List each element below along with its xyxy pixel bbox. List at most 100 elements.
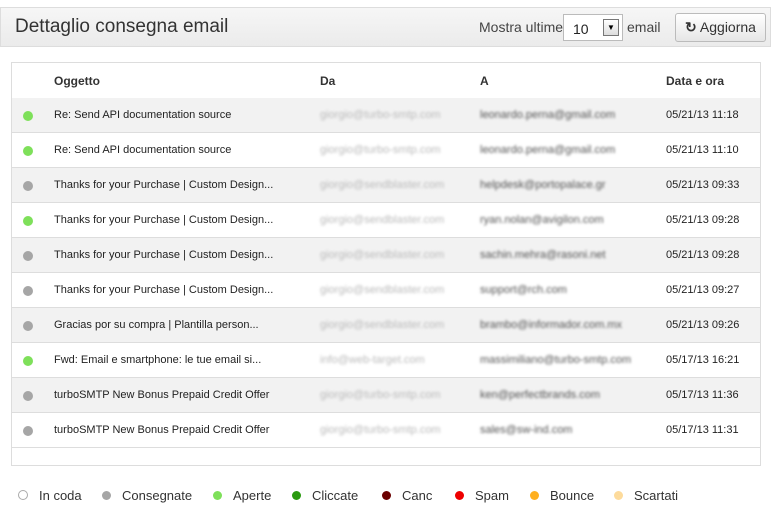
subject: Thanks for your Purchase | Custom Design… bbox=[54, 214, 274, 226]
legend-item: Cliccate bbox=[292, 488, 358, 503]
col-to: A bbox=[480, 74, 489, 88]
legend-label: Consegnate bbox=[122, 488, 193, 503]
header-bar: Dettaglio consegna email Mostra ultime 1… bbox=[0, 7, 771, 47]
legend-dot-icon bbox=[102, 491, 111, 500]
legend-dot-icon bbox=[292, 491, 301, 500]
status-dot-icon bbox=[23, 286, 33, 296]
status-dot-icon bbox=[23, 146, 33, 156]
table-row[interactable]: Gracias por su compra | Plantilla person… bbox=[12, 308, 760, 343]
legend-item: Bounce bbox=[530, 488, 594, 503]
refresh-label: Aggiorna bbox=[699, 19, 756, 35]
legend-item: Scartati bbox=[614, 488, 678, 503]
sender: giorgio@turbo-smtp.com bbox=[320, 144, 441, 156]
subject: Thanks for your Purchase | Custom Design… bbox=[54, 179, 274, 191]
legend-label: Aperte bbox=[233, 488, 272, 503]
legend-item: Consegnate bbox=[102, 488, 192, 503]
sender: info@web-target.com bbox=[320, 354, 425, 366]
show-label: Mostra ultime bbox=[479, 19, 564, 35]
legend-label: In coda bbox=[39, 488, 82, 503]
date: 05/21/13 09:33 bbox=[666, 179, 740, 191]
col-date: Data e ora bbox=[666, 74, 725, 88]
table-row[interactable]: Thanks for your Purchase | Custom Design… bbox=[12, 168, 760, 203]
status-dot-icon bbox=[23, 426, 33, 436]
recipient: helpdesk@portopalace.gr bbox=[480, 179, 606, 191]
sender: giorgio@sendblaster.com bbox=[320, 249, 445, 261]
legend-dot-icon bbox=[213, 491, 222, 500]
status-dot-icon bbox=[23, 321, 33, 331]
date: 05/17/13 11:31 bbox=[666, 424, 739, 436]
table-row[interactable]: Re: Send API documentation source giorgi… bbox=[12, 133, 760, 168]
status-dot-icon bbox=[23, 391, 33, 401]
date: 05/17/13 11:36 bbox=[666, 389, 739, 401]
table-row[interactable]: turboSMTP New Bonus Prepaid Credit Offer… bbox=[12, 413, 760, 448]
recipient: support@rch.com bbox=[480, 284, 567, 296]
date: 05/21/13 11:10 bbox=[666, 144, 739, 156]
legend-dot-icon bbox=[530, 491, 539, 500]
sender: giorgio@sendblaster.com bbox=[320, 214, 445, 226]
count-select[interactable]: 10 ▼ bbox=[563, 14, 623, 41]
legend-dot-icon bbox=[18, 490, 28, 500]
date: 05/21/13 09:26 bbox=[666, 319, 740, 331]
recipient: leonardo.perna@gmail.com bbox=[480, 109, 616, 121]
legend-dot-icon bbox=[614, 491, 623, 500]
legend-label: Cliccate bbox=[312, 488, 359, 503]
status-dot-icon bbox=[23, 251, 33, 261]
legend-item: Aperte bbox=[213, 488, 271, 503]
recipient: leonardo.perna@gmail.com bbox=[480, 144, 616, 156]
status-dot-icon bbox=[23, 356, 33, 366]
status-dot-icon bbox=[23, 111, 33, 121]
legend-item: In coda bbox=[18, 488, 82, 503]
recipient: brambo@informador.com.mx bbox=[480, 319, 622, 331]
col-from: Da bbox=[320, 74, 336, 88]
table-row[interactable]: Thanks for your Purchase | Custom Design… bbox=[12, 203, 760, 238]
chevron-down-icon[interactable]: ▼ bbox=[603, 19, 619, 36]
col-subject: Oggetto bbox=[54, 74, 100, 88]
subject: Thanks for your Purchase | Custom Design… bbox=[54, 249, 274, 261]
table-row[interactable]: Fwd: Email e smartphone: le tue email si… bbox=[12, 343, 760, 378]
date: 05/21/13 09:27 bbox=[666, 284, 740, 296]
subject: turboSMTP New Bonus Prepaid Credit Offer bbox=[54, 389, 270, 401]
status-dot-icon bbox=[23, 181, 33, 191]
recipient: ryan.nolan@avigilon.com bbox=[480, 214, 604, 226]
legend-item: Spam bbox=[455, 488, 509, 503]
table-row[interactable]: Re: Send API documentation source giorgi… bbox=[12, 98, 760, 133]
subject: Fwd: Email e smartphone: le tue email si… bbox=[54, 354, 262, 366]
subject: turboSMTP New Bonus Prepaid Credit Offer bbox=[54, 424, 270, 436]
sender: giorgio@sendblaster.com bbox=[320, 179, 445, 191]
legend-label: Bounce bbox=[550, 488, 595, 503]
page-title: Dettaglio consegna email bbox=[15, 16, 229, 37]
sender: giorgio@turbo-smtp.com bbox=[320, 389, 441, 401]
subject: Re: Send API documentation source bbox=[54, 109, 232, 121]
date: 05/17/13 16:21 bbox=[666, 354, 740, 366]
legend-label: Canc bbox=[402, 488, 433, 503]
date: 05/21/13 09:28 bbox=[666, 249, 740, 261]
recipient: ken@perfectbrands.com bbox=[480, 389, 601, 401]
subject: Gracias por su compra | Plantilla person… bbox=[54, 319, 259, 331]
email-table: Oggetto Da A Data e ora Re: Send API doc… bbox=[11, 62, 761, 466]
table-header: Oggetto Da A Data e ora bbox=[12, 63, 760, 99]
sender: giorgio@sendblaster.com bbox=[320, 284, 445, 296]
status-dot-icon bbox=[23, 216, 33, 226]
legend-label: Spam bbox=[475, 488, 509, 503]
sender: giorgio@sendblaster.com bbox=[320, 319, 445, 331]
legend-dot-icon bbox=[382, 491, 391, 500]
recipient: massimiliano@turbo-smtp.com bbox=[480, 354, 632, 366]
table-row[interactable]: turboSMTP New Bonus Prepaid Credit Offer… bbox=[12, 378, 760, 413]
refresh-icon: ↻ bbox=[685, 19, 697, 35]
sender: giorgio@turbo-smtp.com bbox=[320, 109, 441, 121]
subject: Re: Send API documentation source bbox=[54, 144, 232, 156]
count-value: 10 bbox=[573, 21, 589, 37]
sender: giorgio@turbo-smtp.com bbox=[320, 424, 441, 436]
legend-label: Scartati bbox=[634, 488, 679, 503]
table-row[interactable]: Thanks for your Purchase | Custom Design… bbox=[12, 273, 760, 308]
date: 05/21/13 11:18 bbox=[666, 109, 739, 121]
table-row[interactable]: Thanks for your Purchase | Custom Design… bbox=[12, 238, 760, 273]
legend-item: Canc bbox=[382, 488, 432, 503]
date: 05/21/13 09:28 bbox=[666, 214, 740, 226]
unit-label: email bbox=[627, 19, 661, 35]
refresh-button[interactable]: ↻ Aggiorna bbox=[675, 13, 766, 42]
subject: Thanks for your Purchase | Custom Design… bbox=[54, 284, 274, 296]
legend-dot-icon bbox=[455, 491, 464, 500]
recipient: sachin.mehra@rasoni.net bbox=[480, 249, 606, 261]
recipient: sales@sw-ind.com bbox=[480, 424, 573, 436]
